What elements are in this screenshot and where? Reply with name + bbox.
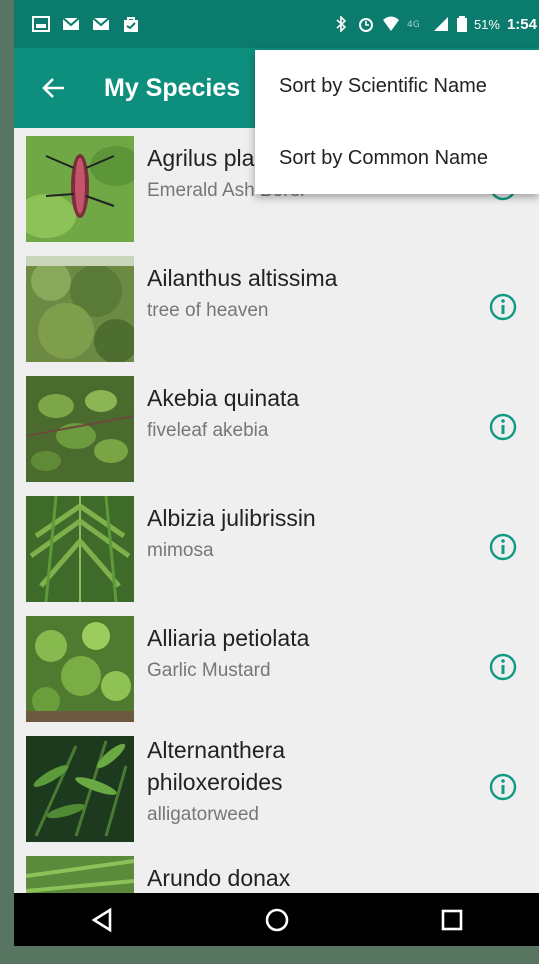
info-icon[interactable] bbox=[488, 412, 518, 442]
list-item[interactable]: Akebia quinata fiveleaf akebia bbox=[14, 368, 539, 488]
scientific-name: Akebia quinata bbox=[147, 385, 300, 411]
battery-percent: 51% bbox=[473, 16, 500, 32]
list-item[interactable]: Ailanthus altissima tree of heaven bbox=[14, 248, 539, 368]
recents-nav-button[interactable] bbox=[437, 905, 467, 935]
battery-icon bbox=[456, 16, 467, 32]
common-name: mimosa bbox=[147, 540, 214, 561]
wifi-icon bbox=[382, 16, 399, 31]
alarm-icon bbox=[358, 18, 373, 32]
scientific-name: Ailanthus altissima bbox=[147, 265, 338, 291]
species-thumbnail bbox=[26, 616, 134, 722]
sort-by-common-name-item[interactable]: Sort by Common Name bbox=[255, 122, 539, 194]
species-thumbnail bbox=[26, 256, 134, 362]
info-icon[interactable] bbox=[488, 292, 518, 322]
bluetooth-icon bbox=[336, 16, 347, 32]
info-icon[interactable] bbox=[488, 652, 518, 682]
species-thumbnail bbox=[26, 136, 134, 242]
mail-icon-2 bbox=[92, 17, 110, 30]
signal-icon bbox=[433, 17, 448, 31]
svg-text:4G: 4G bbox=[407, 20, 420, 30]
shopping-bag-icon bbox=[124, 17, 138, 32]
list-item[interactable]: Alliaria petiolata Garlic Mustard bbox=[14, 608, 539, 728]
common-name: alligatorweed bbox=[147, 804, 259, 825]
sort-menu: Sort by Scientific Name Sort by Common N… bbox=[255, 50, 539, 194]
info-icon[interactable] bbox=[488, 532, 518, 562]
species-list: Agrilus planipennis Emerald Ash Borer Ai… bbox=[14, 128, 539, 946]
navigation-bar bbox=[14, 893, 539, 946]
common-name: tree of heaven bbox=[147, 300, 269, 321]
species-thumbnail bbox=[26, 496, 134, 602]
home-nav-button[interactable] bbox=[262, 905, 292, 935]
common-name: fiveleaf akebia bbox=[147, 420, 269, 441]
image-notification-icon bbox=[32, 16, 50, 32]
page-title: My Species bbox=[104, 73, 241, 102]
species-thumbnail bbox=[26, 376, 134, 482]
species-thumbnail bbox=[26, 736, 134, 842]
sort-by-scientific-name-item[interactable]: Sort by Scientific Name bbox=[255, 50, 539, 122]
back-arrow-icon[interactable] bbox=[40, 74, 68, 102]
list-item[interactable]: Alternanthera philoxeroides alligatorwee… bbox=[14, 728, 539, 848]
scientific-name: Arundo donax bbox=[147, 865, 291, 891]
info-icon[interactable] bbox=[488, 772, 518, 802]
scientific-name: Alternanthera philoxeroides bbox=[147, 737, 286, 795]
status-bar: 4G 51% 1:54 bbox=[14, 0, 539, 48]
scientific-name: Albizia julibrissin bbox=[147, 505, 316, 531]
circle-home-icon bbox=[265, 908, 288, 931]
triangle-back-icon bbox=[91, 907, 111, 932]
scientific-name: Alliaria petiolata bbox=[147, 625, 310, 651]
clock: 1:54 bbox=[506, 15, 537, 33]
common-name: Garlic Mustard bbox=[147, 660, 271, 681]
network-type-icon: 4G bbox=[407, 20, 420, 30]
list-item[interactable]: Albizia julibrissin mimosa bbox=[14, 488, 539, 608]
mail-icon bbox=[62, 17, 80, 30]
square-recents-icon bbox=[441, 909, 462, 930]
back-nav-button[interactable] bbox=[87, 905, 117, 935]
